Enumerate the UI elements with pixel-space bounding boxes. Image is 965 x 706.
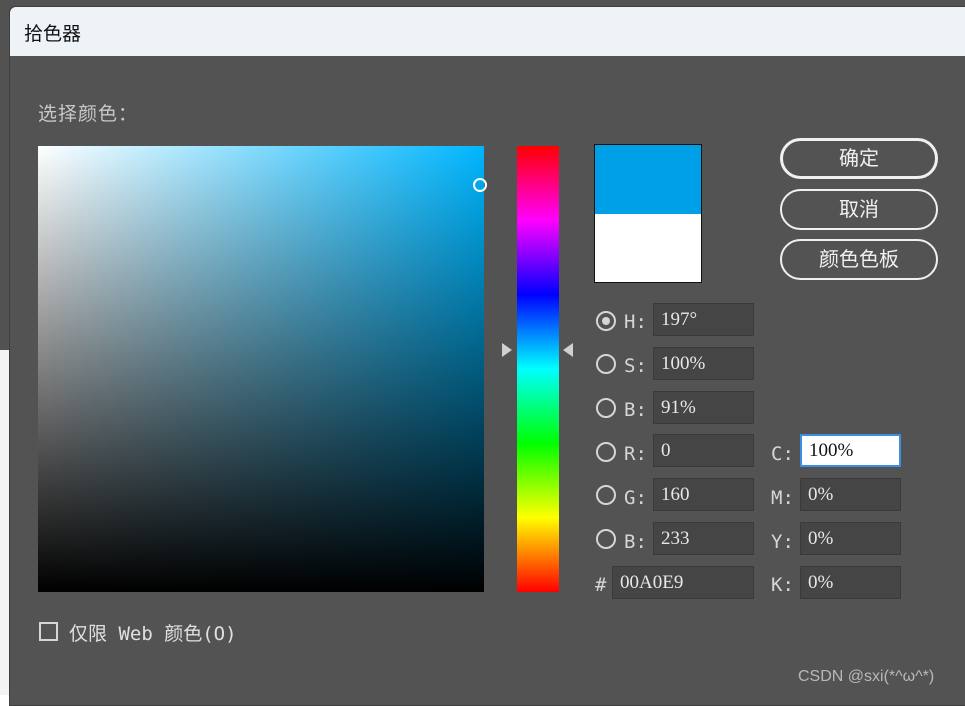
hue-radio[interactable] — [596, 311, 616, 331]
hue-slider-left-arrow-icon[interactable] — [502, 343, 512, 357]
ok-button[interactable]: 确定 — [780, 138, 938, 179]
red-input[interactable]: 0 — [653, 434, 754, 467]
hue-slider[interactable] — [517, 146, 559, 592]
blue-input[interactable]: 233 — [653, 522, 754, 555]
color-picker-dialog: 拾色器 选择颜色： 确定 取消 颜色色板 H: 197° S: 100% B: … — [9, 6, 965, 706]
yellow-label: Y: — [771, 531, 794, 553]
green-radio[interactable] — [596, 485, 616, 505]
window-title: 拾色器 — [24, 23, 82, 45]
cyan-input[interactable]: 100% — [800, 434, 901, 467]
select-color-label: 选择颜色： — [38, 103, 139, 125]
green-label: G: — [624, 487, 647, 509]
black-input[interactable]: 0% — [800, 566, 901, 599]
hue-slider-right-arrow-icon[interactable] — [563, 343, 573, 357]
green-input[interactable]: 160 — [653, 478, 754, 511]
red-label: R: — [624, 443, 647, 465]
brightness-label: B: — [624, 399, 647, 421]
saturation-radio[interactable] — [596, 354, 616, 374]
web-colors-only-label[interactable]: 仅限 Web 颜色(O) — [69, 619, 237, 646]
saturation-brightness-field[interactable] — [38, 146, 484, 592]
color-swatches-button[interactable]: 颜色色板 — [780, 239, 938, 280]
magenta-label: M: — [771, 487, 794, 509]
saturation-label: S: — [624, 355, 647, 377]
saturation-input[interactable]: 100% — [653, 347, 754, 380]
watermark: CSDN @sxi(*^ω^*) — [798, 668, 935, 685]
color-preview — [594, 144, 702, 283]
hex-label: # — [595, 574, 607, 596]
new-color-swatch — [595, 145, 701, 214]
yellow-input[interactable]: 0% — [800, 522, 901, 555]
red-radio[interactable] — [596, 442, 616, 462]
title-bar[interactable]: 拾色器 — [10, 7, 965, 56]
brightness-radio[interactable] — [596, 398, 616, 418]
blue-radio[interactable] — [596, 529, 616, 549]
magenta-input[interactable]: 0% — [800, 478, 901, 511]
hue-label: H: — [624, 311, 647, 333]
color-field-cursor[interactable] — [473, 178, 487, 192]
black-label: K: — [771, 574, 794, 596]
cancel-button[interactable]: 取消 — [780, 189, 938, 230]
original-color-swatch[interactable] — [595, 214, 701, 282]
hex-input[interactable]: 00A0E9 — [612, 566, 754, 599]
web-colors-only-checkbox[interactable] — [39, 622, 58, 641]
cyan-label: C: — [771, 443, 794, 465]
hue-input[interactable]: 197° — [653, 303, 754, 336]
blue-label: B: — [624, 531, 647, 553]
brightness-input[interactable]: 91% — [653, 391, 754, 424]
